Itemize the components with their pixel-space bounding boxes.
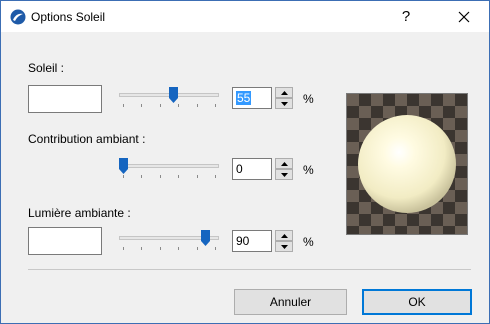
ok-button[interactable]: OK — [362, 289, 472, 315]
soleil-spinner[interactable] — [275, 87, 293, 109]
slider-tick — [141, 175, 142, 178]
slider-tick — [178, 175, 179, 178]
contribution-slider[interactable] — [119, 158, 219, 180]
slider-track — [119, 164, 219, 168]
cancel-button[interactable]: Annuler — [234, 289, 347, 315]
title-bar: Options Soleil ? — [1, 1, 489, 32]
up-arrow-icon — [281, 91, 288, 95]
soleil-value: 55 — [236, 91, 252, 105]
spin-down-button[interactable] — [275, 169, 293, 180]
close-button[interactable] — [449, 5, 479, 29]
window-title: Options Soleil — [31, 10, 106, 24]
soleil-label: Soleil : — [28, 61, 65, 75]
slider-tick — [178, 104, 179, 107]
slider-tick — [123, 247, 124, 250]
contribution-unit: % — [303, 163, 314, 177]
slider-tick — [160, 247, 161, 250]
lumiere-spinner[interactable] — [275, 230, 293, 252]
sphere-preview-image — [347, 94, 467, 234]
slider-tick — [178, 247, 179, 250]
lumiere-unit: % — [303, 235, 314, 249]
slider-tick — [215, 247, 216, 250]
contribution-value-input[interactable]: 0 — [232, 158, 272, 180]
app-icon — [10, 9, 26, 25]
contribution-spinner[interactable] — [275, 158, 293, 180]
help-button[interactable]: ? — [391, 5, 421, 29]
slider-tick — [215, 104, 216, 107]
close-icon — [458, 11, 470, 23]
separator — [28, 269, 471, 270]
lumiere-color-swatch[interactable] — [28, 227, 102, 255]
down-arrow-icon — [281, 245, 288, 249]
slider-tick — [160, 175, 161, 178]
slider-thumb[interactable] — [169, 87, 178, 103]
lumiere-value-input[interactable]: 90 — [232, 230, 272, 252]
slider-tick — [123, 175, 124, 178]
down-arrow-icon — [281, 102, 288, 106]
spin-down-button[interactable] — [275, 241, 293, 252]
up-arrow-icon — [281, 162, 288, 166]
slider-tick — [141, 104, 142, 107]
options-soleil-dialog: Options Soleil ? Soleil : 55 % Contribut… — [0, 0, 490, 324]
contribution-label: Contribution ambiant : — [28, 132, 146, 146]
slider-tick — [197, 104, 198, 107]
soleil-color-swatch[interactable] — [28, 85, 102, 113]
down-arrow-icon — [281, 173, 288, 177]
contribution-value: 0 — [236, 162, 243, 176]
slider-thumb[interactable] — [119, 158, 128, 174]
slider-tick — [197, 175, 198, 178]
slider-thumb[interactable] — [201, 230, 210, 246]
lumiere-label: Lumière ambiante : — [28, 206, 131, 220]
soleil-value-input[interactable]: 55 — [232, 87, 272, 109]
sun-preview — [346, 93, 468, 235]
spin-up-button[interactable] — [275, 87, 293, 98]
up-arrow-icon — [281, 234, 288, 238]
spin-up-button[interactable] — [275, 230, 293, 241]
slider-tick — [215, 175, 216, 178]
lumiere-slider[interactable] — [119, 230, 219, 252]
soleil-unit: % — [303, 92, 314, 106]
slider-tick — [141, 247, 142, 250]
spin-up-button[interactable] — [275, 158, 293, 169]
slider-tick — [197, 247, 198, 250]
slider-tick — [160, 104, 161, 107]
soleil-slider[interactable] — [119, 87, 219, 109]
slider-tick — [123, 104, 124, 107]
lumiere-value: 90 — [236, 234, 250, 248]
spin-down-button[interactable] — [275, 98, 293, 109]
